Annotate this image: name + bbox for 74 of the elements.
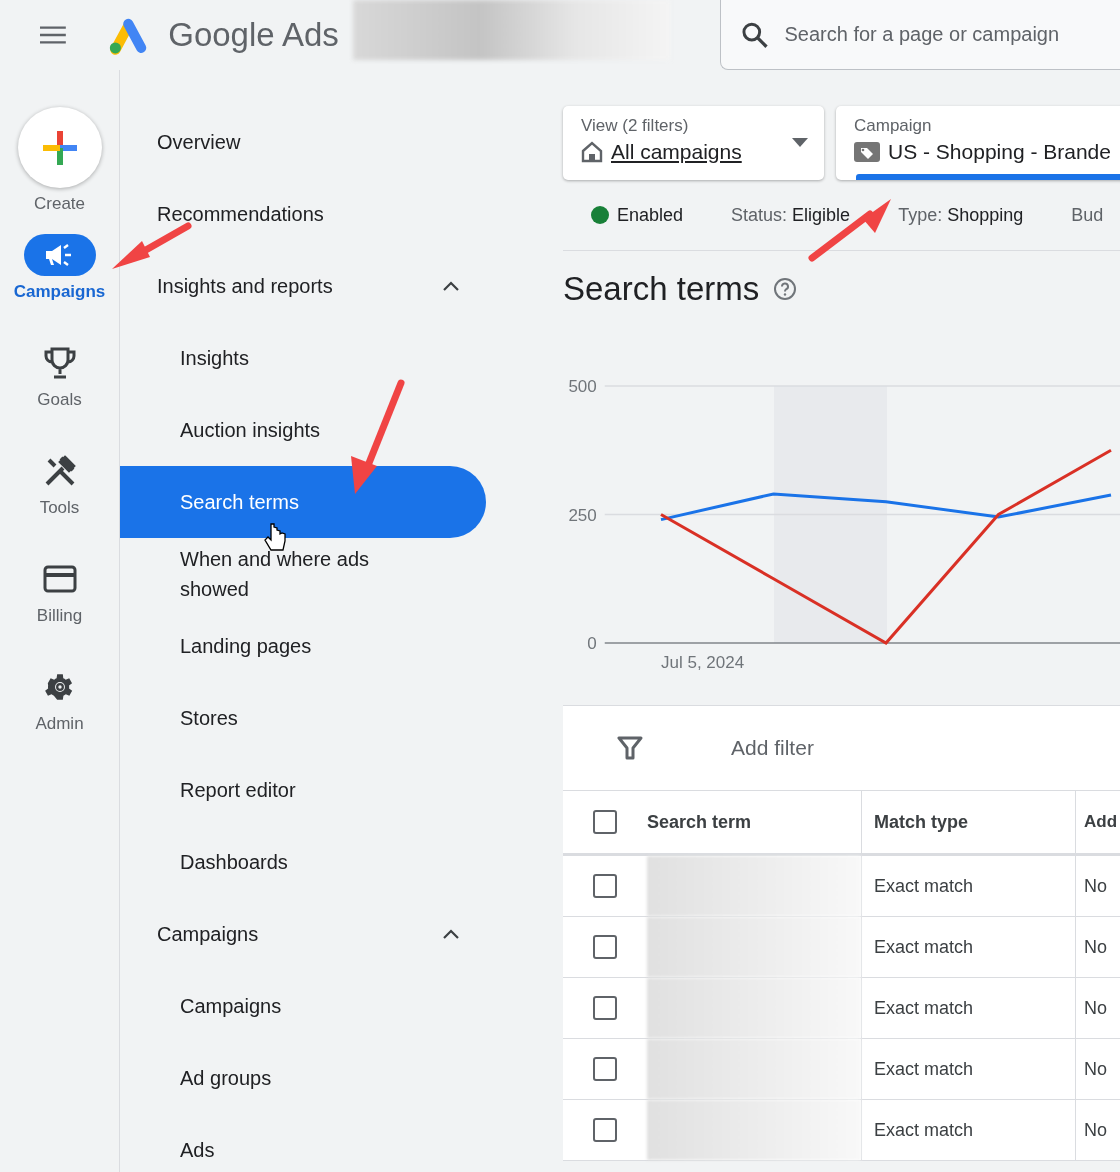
rail-button[interactable]: [23, 234, 96, 276]
column-header[interactable]: Add: [1084, 812, 1118, 832]
sidebar-item[interactable]: Overview: [120, 106, 486, 178]
table-cell: No: [1084, 936, 1107, 958]
status-field: Bud: [1071, 204, 1104, 226]
search-field[interactable]: Search for a page or campaign: [782, 22, 1120, 47]
filter-value[interactable]: All campaigns: [611, 140, 742, 164]
checkbox[interactable]: [593, 810, 617, 834]
sidebar-item[interactable]: When and where ads showed: [120, 538, 486, 610]
column-header[interactable]: Match type: [874, 811, 969, 833]
create-button[interactable]: [17, 107, 102, 188]
sidebar-item[interactable]: Stores: [120, 682, 486, 754]
sidebar-item[interactable]: Insights and reports: [120, 250, 486, 322]
dropdown-caret-icon[interactable]: [792, 138, 808, 147]
table-cell: No: [1084, 1119, 1107, 1141]
rail-label: Tools: [39, 498, 80, 518]
sidebar-item[interactable]: Recommendations: [120, 178, 486, 250]
rail-label: Goals: [37, 390, 82, 410]
hand-cursor-icon: [264, 523, 286, 551]
search-icon: [741, 20, 769, 49]
sidebar-item[interactable]: Report editor: [120, 754, 486, 826]
checkbox[interactable]: [593, 996, 617, 1020]
plus-icon: [40, 128, 79, 167]
status-field: Status: Eligible: [731, 204, 851, 226]
page-title: Search terms: [563, 270, 760, 308]
checkbox[interactable]: [593, 874, 617, 898]
rail-label: Billing: [36, 606, 83, 626]
table-cell: Exact match: [874, 1119, 974, 1141]
table-cell: Exact match: [874, 875, 974, 897]
filter-value: US - Shopping - Brande: [888, 140, 1111, 164]
axis-label: 250: [568, 505, 597, 525]
chevron-icon[interactable]: [442, 280, 460, 292]
sidebar-item[interactable]: Ads: [120, 1114, 486, 1172]
credit-card-icon: [42, 565, 77, 593]
status-field: Type: Shopping: [898, 204, 1024, 226]
help-icon[interactable]: [773, 277, 798, 301]
sidebar-item[interactable]: Ad groups: [120, 1042, 486, 1114]
table-cell: Exact match: [874, 1058, 974, 1080]
rail-label: Campaigns: [13, 282, 106, 302]
sidebar-item[interactable]: Insights: [120, 322, 486, 394]
filter-caption: Campaign: [854, 116, 933, 136]
table-cell: No: [1084, 1058, 1107, 1080]
table-cell: No: [1084, 875, 1107, 897]
checkbox[interactable]: [593, 935, 617, 959]
sidebar-item[interactable]: Campaigns: [120, 970, 486, 1042]
chevron-icon[interactable]: [442, 928, 460, 940]
axis-label: Jul 5, 2024: [661, 653, 745, 672]
sidebar-item[interactable]: Search terms: [120, 466, 486, 538]
rail-label: Create: [34, 194, 85, 214]
sidebar-item[interactable]: Landing pages: [120, 610, 486, 682]
table-cell: No: [1084, 997, 1107, 1019]
sidebar-item[interactable]: Campaigns: [120, 898, 486, 970]
menu-icon[interactable]: [40, 25, 66, 45]
search-box[interactable]: Search for a page or campaign: [720, 0, 1120, 70]
table-cell: Exact match: [874, 997, 974, 1019]
tag-icon: [854, 142, 880, 162]
checkbox[interactable]: [593, 1118, 617, 1142]
filter-card[interactable]: View (2 filters) All campaigns: [563, 106, 824, 180]
sidebar-item[interactable]: Dashboards: [120, 826, 486, 898]
rail-label: Admin: [35, 714, 84, 734]
column-header[interactable]: Search term: [647, 811, 752, 833]
add-filter-button[interactable]: Add filter: [731, 736, 814, 760]
axis-label: 0: [587, 634, 597, 653]
checkbox[interactable]: [593, 1057, 617, 1081]
home-icon: [581, 141, 603, 163]
trophy-icon: [42, 346, 77, 380]
table-cell: Exact match: [874, 936, 974, 958]
filter-caption: View (2 filters): [581, 116, 690, 136]
sidebar-item[interactable]: Auction insights: [120, 394, 486, 466]
filter-card[interactable]: Campaign US - Shopping - Brande: [836, 106, 1120, 180]
filter-icon[interactable]: [617, 735, 643, 761]
axis-label: 500: [568, 377, 597, 396]
product-name: Google Ads: [168, 16, 339, 54]
status-enabled: Enabled: [591, 204, 684, 226]
